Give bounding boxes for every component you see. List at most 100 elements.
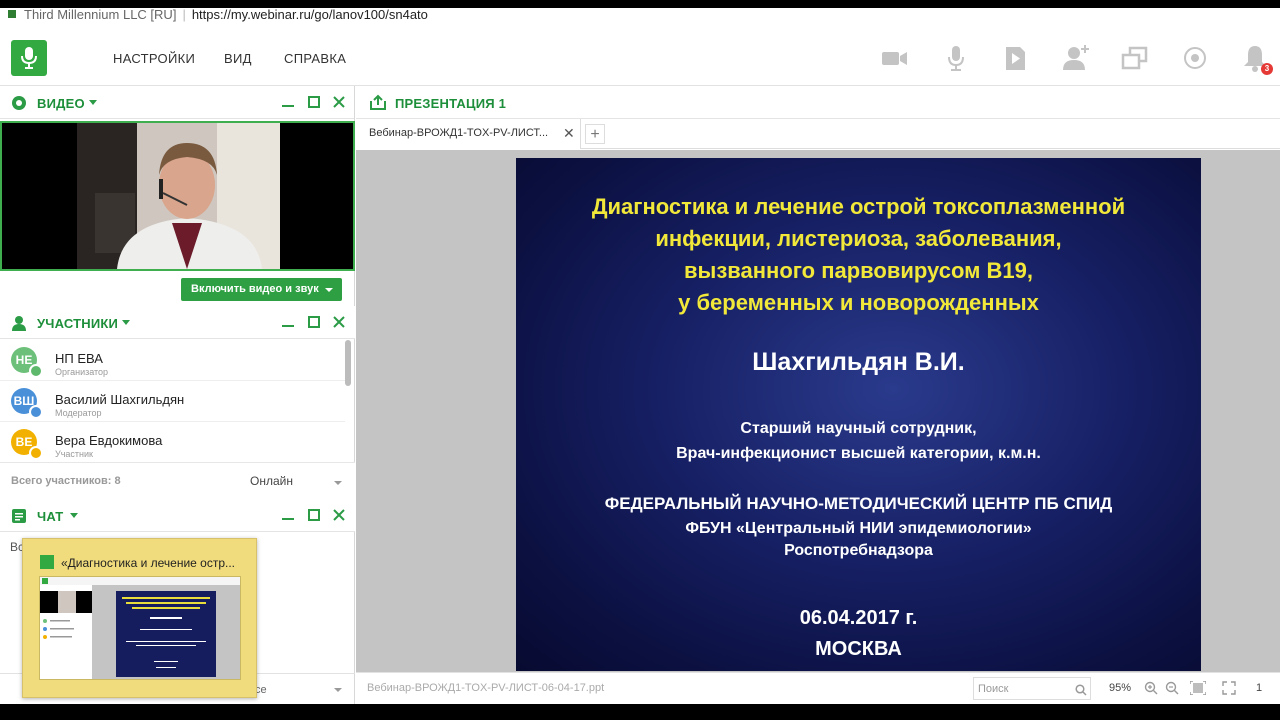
menu-view[interactable]: ВИД — [224, 51, 252, 66]
search-icon[interactable] — [1075, 683, 1087, 701]
minimize-icon[interactable] — [281, 95, 295, 109]
chevron-down-icon[interactable] — [334, 481, 342, 485]
screens-icon[interactable] — [1120, 43, 1150, 73]
site-name: Third Millennium LLC [RU] — [24, 8, 177, 22]
play-icon[interactable] — [1000, 43, 1030, 73]
slide-title-line: вызванного парвовирусом В19, — [684, 258, 1033, 283]
role-badge-icon — [29, 364, 43, 378]
document-tab-label: Вебинар-ВРОЖД1-TOX-PV-ЛИСТ... — [369, 127, 549, 139]
page-number: 1 — [1256, 682, 1263, 694]
zoom-out-icon[interactable] — [1165, 681, 1179, 700]
address-separator: | — [182, 8, 186, 22]
slide-date: 06.04.2017 г. — [799, 607, 918, 629]
search-input[interactable] — [978, 681, 1068, 697]
fullscreen-icon[interactable] — [1222, 681, 1236, 700]
chevron-down-icon[interactable] — [122, 320, 130, 325]
participant-role: Модератор — [55, 408, 102, 418]
minimize-icon[interactable] — [281, 508, 295, 522]
presentation-stage: Диагностика и лечение острой токсоплазме… — [356, 150, 1280, 672]
zoom-in-icon[interactable] — [1144, 681, 1158, 700]
menu-help[interactable]: СПРАВКА — [284, 51, 346, 66]
thumbnail-screenshot — [39, 576, 241, 680]
video-panel-header: ВИДЕО — [0, 86, 354, 119]
search-box[interactable] — [973, 677, 1091, 700]
chevron-down-icon[interactable] — [70, 513, 78, 518]
thumbnail-title: «Диагностика и лечение остр... — [61, 556, 235, 570]
minimize-icon[interactable] — [281, 315, 295, 329]
slide-organization: Роспотребнадзора — [784, 542, 933, 559]
presentation-footer: Вебинар-ВРОЖД1-TOX-PV-ЛИСТ-06-04-17.ppt … — [356, 672, 1280, 704]
window-thumbnail-preview[interactable]: «Диагностика и лечение остр... — [22, 538, 257, 698]
bottom-black-bar — [0, 704, 1280, 720]
app-window: Third Millennium LLC [RU] | https://my.web… — [0, 0, 1280, 720]
site-icon — [8, 10, 16, 18]
chat-icon — [11, 508, 27, 529]
role-badge-icon — [29, 446, 43, 460]
video-panel-title[interactable]: ВИДЕО — [37, 96, 85, 111]
file-name: Вебинар-ВРОЖД1-TOX-PV-ЛИСТ-06-04-17.ppt — [367, 682, 605, 694]
add-user-icon[interactable] — [1061, 43, 1091, 73]
participants-footer: Всего участников: 8 Онлайн — [0, 462, 355, 500]
chevron-down-icon[interactable] — [334, 688, 342, 692]
chat-panel-title[interactable]: ЧАТ — [37, 509, 63, 524]
close-icon[interactable] — [332, 508, 346, 522]
slide-title-line: у беременных и новорожденных — [678, 290, 1039, 315]
participant-row[interactable]: ВШ Василий Шахгильдян Модератор — [0, 381, 345, 422]
slide-title-line: Диагностика и лечение острой токсоплазме… — [591, 194, 1126, 219]
record-icon[interactable] — [1180, 43, 1210, 73]
chat-panel-header: ЧАТ — [0, 499, 355, 532]
slide: Диагностика и лечение острой токсоплазме… — [516, 158, 1201, 671]
role-badge-icon — [29, 405, 43, 419]
online-status-select[interactable]: Онлайн — [250, 474, 293, 488]
slide-organization: ФБУН «Центральный НИИ эпидемиологии» — [685, 520, 1032, 537]
close-icon[interactable]: ✕ — [563, 125, 575, 142]
browser-bar: Third Millennium LLC [RU] | https://my.web… — [0, 0, 1280, 28]
maximize-icon[interactable] — [307, 508, 321, 522]
slide-author: Шахгильдян В.И. — [752, 348, 965, 376]
enable-video-audio-label: Включить видео и звук — [191, 283, 319, 295]
microphone-icon[interactable] — [941, 43, 971, 73]
upload-icon[interactable] — [370, 94, 386, 115]
participant-role: Участник — [55, 449, 93, 459]
close-icon[interactable] — [332, 95, 346, 109]
close-icon[interactable] — [332, 315, 346, 329]
enable-video-audio-button[interactable]: Включить видео и звук — [181, 278, 342, 301]
presentation-title[interactable]: ПРЕЗЕНТАЦИЯ 1 — [395, 96, 506, 111]
participant-name: Вера Евдокимова — [55, 433, 163, 448]
menu-settings[interactable]: НАСТРОЙКИ — [113, 51, 195, 66]
top-bar: НАСТРОЙКИ ВИД СПРАВКА 3 — [0, 28, 1280, 86]
add-tab-button[interactable]: + — [585, 124, 605, 144]
tab-document[interactable]: Вебинар-ВРОЖД1-TOX-PV-ЛИСТ... ✕ — [356, 119, 581, 149]
slide-title-line: инфекции, листериоза, заболевания, — [655, 226, 1062, 251]
chevron-down-icon[interactable] — [89, 100, 97, 105]
participants-panel-title[interactable]: УЧАСТНИКИ — [37, 316, 118, 331]
video-stream[interactable] — [0, 121, 355, 271]
participant-row[interactable]: НЕ НП ЕВА Организатор — [0, 340, 345, 381]
document-tabs: Вебинар-ВРОЖД1-TOX-PV-ЛИСТ... ✕ + — [356, 119, 1280, 149]
webinar-logo-icon — [40, 555, 54, 569]
fit-screen-icon[interactable] — [1189, 680, 1207, 700]
notification-badge: 3 — [1261, 63, 1273, 75]
slide-position: Врач-инфекционист высшей категории, к.м.… — [676, 445, 1041, 462]
participant-role: Организатор — [55, 367, 109, 377]
participant-row[interactable]: ВЕ Вера Евдокимова Участник — [0, 422, 345, 463]
presentation-panel-header: ПРЕЗЕНТАЦИЯ 1 — [356, 86, 1280, 119]
browser-address[interactable]: Third Millennium LLC [RU] | https://my.web… — [0, 8, 1280, 28]
participants-scrollbar[interactable] — [345, 340, 351, 386]
zoom-level: 95% — [1109, 682, 1132, 694]
url-text[interactable]: https://my.webinar.ru/go/lanov100/sn4ato — [192, 8, 428, 22]
chevron-down-icon — [325, 288, 333, 292]
maximize-icon[interactable] — [307, 95, 321, 109]
user-icon — [11, 315, 27, 336]
speaker-video — [77, 123, 280, 269]
webinar-logo-icon[interactable] — [11, 40, 47, 76]
slide-city: МОСКВА — [815, 638, 902, 660]
participants-panel-header: УЧАСТНИКИ — [0, 306, 355, 339]
maximize-icon[interactable] — [307, 315, 321, 329]
participants-total: Всего участников: 8 — [11, 475, 121, 487]
video-icon — [11, 95, 27, 116]
participant-name: НП ЕВА — [55, 351, 103, 366]
slide-title: Диагностика и лечение острой токсоплазме… — [516, 191, 1201, 319]
camera-icon[interactable] — [880, 43, 910, 73]
slide-organization: ФЕДЕРАЛЬНЫЙ НАУЧНО-МЕТОДИЧЕСКИЙ ЦЕНТР ПБ… — [604, 494, 1113, 513]
